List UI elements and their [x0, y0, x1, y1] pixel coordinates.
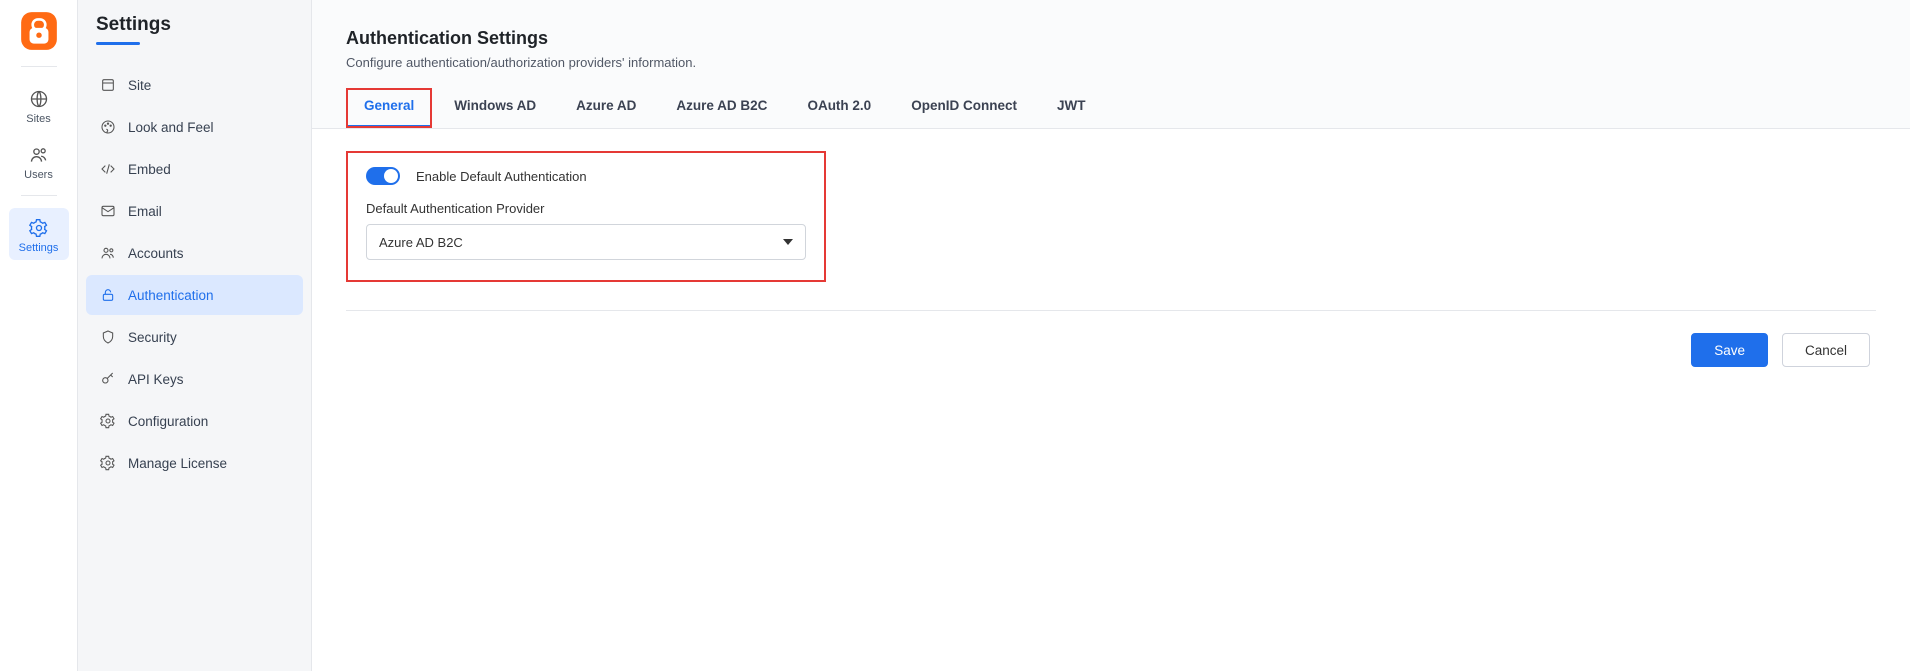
shield-icon [100, 329, 116, 345]
sidebar-item-api-keys[interactable]: API Keys [86, 359, 303, 399]
sidebar-item-label: Manage License [128, 456, 227, 471]
tab-label: Windows AD [454, 98, 536, 113]
tab-jwt[interactable]: JWT [1039, 88, 1104, 128]
save-button[interactable]: Save [1691, 333, 1768, 367]
rail-item-label: Users [24, 169, 53, 181]
tab-content-general: Enable Default Authentication Default Au… [312, 129, 1910, 671]
nav-rail: Sites Users Settings [0, 0, 78, 671]
sidebar-item-label: Look and Feel [128, 120, 214, 135]
main-header: Authentication Settings Configure authen… [312, 0, 1910, 129]
sidebar-item-label: Accounts [128, 246, 184, 261]
sidebar-item-label: Authentication [128, 288, 214, 303]
sidebar-item-label: Email [128, 204, 162, 219]
save-button-label: Save [1714, 343, 1745, 358]
gear-icon [100, 455, 116, 471]
key-icon [100, 371, 116, 387]
sidebar-item-label: Embed [128, 162, 171, 177]
rail-item-users[interactable]: Users [9, 135, 69, 187]
enable-default-auth-label: Enable Default Authentication [416, 169, 587, 184]
tab-azure-ad[interactable]: Azure AD [558, 88, 654, 128]
rail-item-settings[interactable]: Settings [9, 208, 69, 260]
tab-openid-connect[interactable]: OpenID Connect [893, 88, 1035, 128]
tab-label: JWT [1057, 98, 1086, 113]
sidebar-item-configuration[interactable]: Configuration [86, 401, 303, 441]
app-logo [18, 10, 60, 52]
sidebar-item-accounts[interactable]: Accounts [86, 233, 303, 273]
page-subtitle: Configure authentication/authorization p… [346, 55, 1876, 70]
page-title: Authentication Settings [346, 28, 1876, 49]
tab-label: OpenID Connect [911, 98, 1017, 113]
sidebar-item-embed[interactable]: Embed [86, 149, 303, 189]
sidebar-item-label: Security [128, 330, 177, 345]
mail-icon [100, 203, 116, 219]
sidebar-item-authentication[interactable]: Authentication [86, 275, 303, 315]
highlight-box: Enable Default Authentication Default Au… [346, 151, 826, 282]
lock-icon [100, 287, 116, 303]
tab-label: Azure AD B2C [676, 98, 767, 113]
rail-item-label: Sites [26, 113, 50, 125]
tab-label: Azure AD [576, 98, 636, 113]
cancel-button[interactable]: Cancel [1782, 333, 1870, 367]
sidebar-item-look-and-feel[interactable]: Look and Feel [86, 107, 303, 147]
site-icon [100, 77, 116, 93]
default-provider-select[interactable]: Azure AD B2C [366, 224, 806, 260]
cancel-button-label: Cancel [1805, 343, 1847, 358]
default-provider-value: Azure AD B2C [379, 235, 463, 250]
content-divider [346, 310, 1876, 311]
sidebar-item-manage-license[interactable]: Manage License [86, 443, 303, 483]
auth-tabs: General Windows AD Azure AD Azure AD B2C… [346, 88, 1876, 128]
settings-sidebar: Settings Site Look and Feel Embed Email … [78, 0, 312, 671]
main-area: Authentication Settings Configure authen… [312, 0, 1910, 671]
code-icon [100, 161, 116, 177]
sidebar-item-security[interactable]: Security [86, 317, 303, 357]
default-provider-label: Default Authentication Provider [366, 201, 806, 216]
footer-buttons: Save Cancel [346, 333, 1876, 367]
tab-general[interactable]: General [346, 88, 432, 128]
tab-label: OAuth 2.0 [807, 98, 871, 113]
users-icon [100, 245, 116, 261]
sidebar-title: Settings [96, 14, 293, 36]
sidebar-item-label: Site [128, 78, 151, 93]
palette-icon [100, 119, 116, 135]
rail-item-label: Settings [19, 242, 59, 254]
caret-down-icon [783, 239, 793, 245]
tab-azure-ad-b2c[interactable]: Azure AD B2C [658, 88, 785, 128]
sidebar-title-underline [96, 42, 140, 45]
rail-item-sites[interactable]: Sites [9, 79, 69, 131]
rail-separator [21, 66, 57, 67]
sidebar-item-label: Configuration [128, 414, 208, 429]
tab-label: General [364, 98, 414, 113]
rail-separator [21, 195, 57, 196]
tab-oauth[interactable]: OAuth 2.0 [789, 88, 889, 128]
enable-default-auth-toggle[interactable] [366, 167, 400, 185]
sidebar-item-email[interactable]: Email [86, 191, 303, 231]
gear-icon [100, 413, 116, 429]
tab-windows-ad[interactable]: Windows AD [436, 88, 554, 128]
sidebar-item-label: API Keys [128, 372, 184, 387]
sidebar-item-site[interactable]: Site [86, 65, 303, 105]
